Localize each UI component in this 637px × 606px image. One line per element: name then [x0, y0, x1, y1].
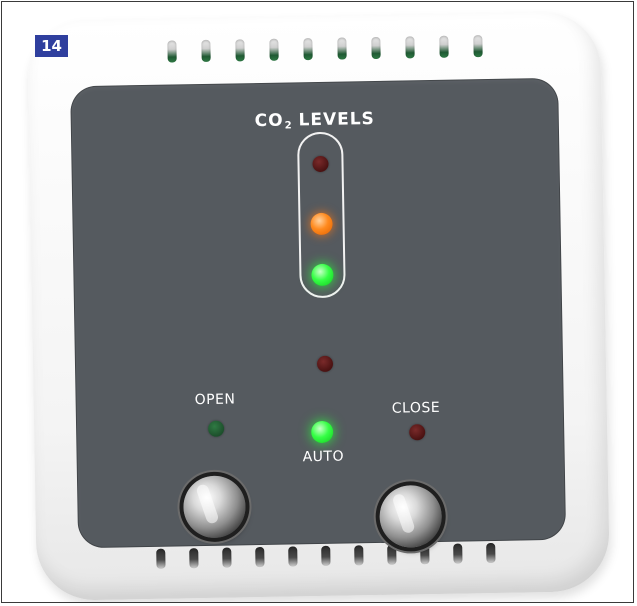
- vent-slot: [420, 544, 430, 565]
- vent-slot: [189, 548, 199, 569]
- open-button[interactable]: [182, 475, 247, 539]
- vent-slot: [321, 545, 331, 566]
- vent-slot: [405, 36, 415, 59]
- co2-title-main: CO: [254, 110, 284, 132]
- co2-title-suffix: LEVELS: [298, 108, 376, 131]
- vent-slot: [453, 543, 463, 564]
- vent-slot: [486, 542, 496, 564]
- co2-led-high: [312, 155, 329, 173]
- co2-led-capsule: [296, 131, 346, 299]
- auto-led: [311, 420, 334, 444]
- close-label: CLOSE: [391, 399, 441, 417]
- vent-slot: [439, 35, 449, 58]
- vent-slot: [167, 40, 177, 63]
- image-frame: 14 CO2 LEVELS OPEN AUTO CLOSE: [1, 1, 634, 603]
- vent-slot: [337, 37, 347, 60]
- co2-levels-title: CO2 LEVELS: [71, 106, 559, 135]
- close-button[interactable]: [379, 484, 443, 548]
- status-led: [316, 355, 334, 373]
- open-label: OPEN: [194, 391, 236, 409]
- vent-slot: [473, 35, 483, 58]
- co2-led-medium: [310, 212, 333, 236]
- vent-slot: [303, 38, 313, 61]
- co2-title-subscript: 2: [284, 120, 293, 132]
- co2-led-low: [311, 263, 334, 287]
- auto-label: AUTO: [302, 448, 345, 466]
- open-led: [207, 420, 225, 437]
- vent-slot: [288, 546, 298, 567]
- co2-controller-device: CO2 LEVELS OPEN AUTO CLOSE: [26, 11, 611, 601]
- vent-slot: [235, 39, 245, 62]
- close-led: [409, 424, 426, 441]
- vent-slot: [222, 547, 232, 568]
- figure-number-badge: 14: [35, 35, 68, 57]
- vent-slot: [201, 39, 211, 63]
- vent-slot: [269, 38, 279, 61]
- control-panel: CO2 LEVELS OPEN AUTO CLOSE: [70, 77, 567, 549]
- vent-slot: [255, 546, 265, 568]
- vent-slot: [156, 548, 166, 569]
- vent-slot: [354, 545, 364, 566]
- vent-slot: [387, 544, 397, 565]
- vent-slot: [371, 36, 381, 60]
